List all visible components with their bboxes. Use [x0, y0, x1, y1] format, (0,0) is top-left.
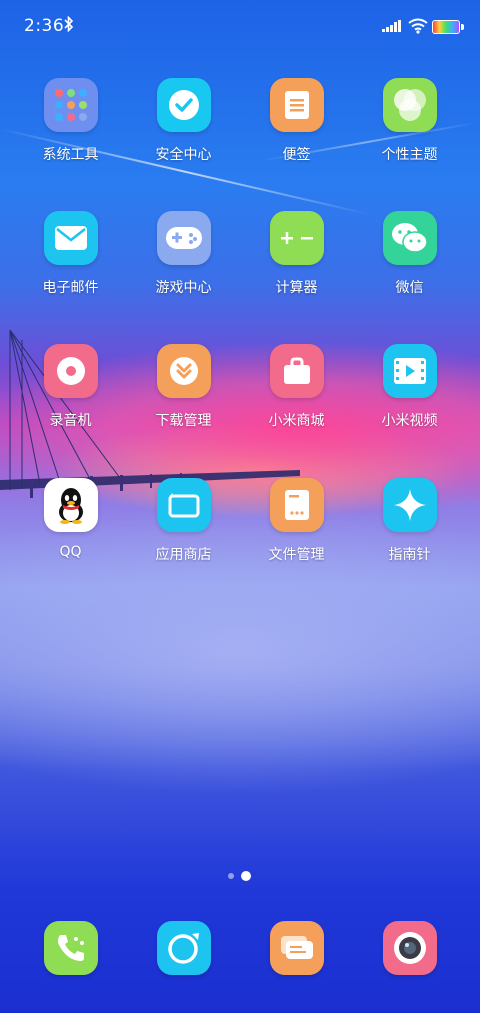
app-game-center[interactable]: 游戏中心: [127, 211, 240, 297]
record-icon: [43, 344, 98, 398]
camera-icon: [382, 921, 437, 975]
calculator-icon: [269, 211, 324, 265]
app-label: 文件管理: [268, 547, 325, 563]
app-label: 小米视频: [381, 413, 438, 429]
battery-icon: [432, 20, 464, 34]
app-label: 安全中心: [155, 147, 212, 163]
app-app-store[interactable]: 应用商店: [127, 478, 240, 564]
app-label: 微信: [395, 280, 424, 296]
status-bar: 2:36: [0, 0, 480, 52]
app-label: 下载管理: [155, 413, 212, 429]
app-label: 计算器: [275, 280, 318, 296]
app-label: QQ: [59, 544, 82, 560]
page-dot[interactable]: [228, 873, 234, 879]
page-indicator[interactable]: [226, 870, 256, 882]
bluetooth-icon: [64, 16, 74, 32]
app-label: 个性主题: [381, 147, 438, 163]
message-icon: [269, 921, 324, 975]
app-recorder[interactable]: 录音机: [14, 344, 127, 430]
app-system-tools[interactable]: 系统工具: [14, 78, 127, 164]
app-downloads[interactable]: 下载管理: [127, 344, 240, 430]
dock-browser[interactable]: [127, 921, 240, 975]
app-label: 指南针: [388, 547, 431, 563]
app-label: 游戏中心: [155, 280, 212, 296]
app-compass[interactable]: 指南针: [353, 478, 466, 564]
app-themes[interactable]: 个性主题: [353, 78, 466, 164]
gamepad-icon: [156, 211, 211, 265]
themes-icon: [382, 78, 437, 132]
notes-icon: [269, 78, 324, 132]
file-manager-icon: [269, 478, 324, 532]
status-time: 2:36: [24, 16, 65, 36]
app-label: 系统工具: [42, 147, 99, 163]
app-label: 便签: [282, 147, 311, 163]
video-icon: [382, 344, 437, 398]
app-mi-store[interactable]: 小米商城: [240, 344, 353, 430]
app-security-center[interactable]: 安全中心: [127, 78, 240, 164]
app-label: 应用商店: [155, 547, 212, 563]
phone-icon: [43, 921, 98, 975]
page-dot-active[interactable]: [241, 871, 251, 881]
app-file-manager[interactable]: 文件管理: [240, 478, 353, 564]
app-store-icon: [156, 478, 211, 532]
qq-penguin-icon: [43, 478, 98, 532]
dock-messages[interactable]: [240, 921, 353, 975]
shield-check-icon: [156, 78, 211, 132]
wechat-icon: [382, 211, 437, 265]
app-label: 小米商城: [268, 413, 325, 429]
app-label: 电子邮件: [42, 280, 99, 296]
shopping-bag-icon: [269, 344, 324, 398]
app-email[interactable]: 电子邮件: [14, 211, 127, 297]
signal-icon: [382, 20, 401, 32]
app-wechat[interactable]: 微信: [353, 211, 466, 297]
compass-icon: [382, 478, 437, 532]
browser-icon: [156, 921, 211, 975]
folder-icon: [43, 78, 98, 132]
app-notes[interactable]: 便签: [240, 78, 353, 164]
dock-phone[interactable]: [14, 921, 127, 975]
dock-camera[interactable]: [353, 921, 466, 975]
mail-icon: [43, 211, 98, 265]
wifi-icon: [408, 18, 428, 34]
download-icon: [156, 344, 211, 398]
app-mi-video[interactable]: 小米视频: [353, 344, 466, 430]
app-label: 录音机: [49, 413, 92, 429]
app-qq[interactable]: QQ: [14, 478, 127, 560]
app-calculator[interactable]: 计算器: [240, 211, 353, 297]
